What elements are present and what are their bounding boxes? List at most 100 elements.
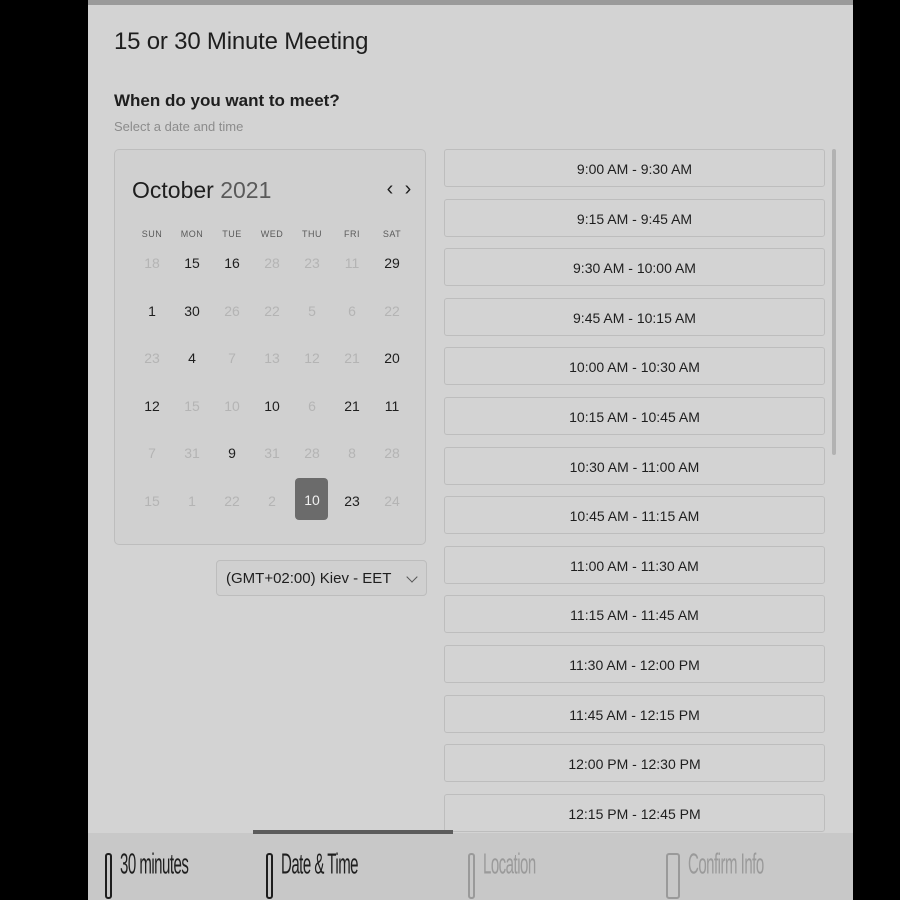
calendar-day[interactable]: 15 — [172, 244, 212, 292]
calendar-day-number: 18 — [144, 255, 160, 271]
calendar-day-number: 11 — [344, 255, 360, 271]
timezone-select[interactable]: (GMT+02:00) Kiev - EET — [216, 560, 427, 596]
calendar-day-number: 7 — [148, 445, 156, 461]
calendar-day[interactable]: 21 — [332, 387, 372, 435]
calendar-day[interactable]: 20 — [372, 339, 412, 387]
calendar-day-number: 22 — [264, 302, 280, 319]
calendar-day-number: 20 — [384, 350, 400, 366]
time-slot-button[interactable]: 9:00 AM - 9:30 AM — [444, 149, 825, 187]
current-step-indicator — [253, 830, 453, 834]
calendar-day-number: 15 — [184, 255, 200, 271]
calendar-day-number: 21 — [344, 350, 360, 366]
time-slot-button[interactable]: 11:00 AM - 11:30 AM — [444, 545, 825, 584]
step-location[interactable]: Location — [468, 847, 536, 900]
calendar-week-row: 1 30 26 22 5 6 22 — [132, 292, 412, 340]
user-icon — [666, 853, 680, 899]
calendar-day: 5 — [292, 292, 332, 340]
time-slot-button[interactable]: 10:30 AM - 11:00 AM — [444, 446, 825, 485]
calendar-day-selected[interactable]: 10 — [292, 477, 332, 530]
calendar-day: 15 — [172, 387, 212, 435]
time-slot-button[interactable]: 10:45 AM - 11:15 AM — [444, 496, 825, 535]
calendar-day: 18 — [132, 244, 172, 292]
time-slot-button[interactable]: 11:45 AM - 12:15 PM — [444, 694, 825, 733]
calendar-day-number: 16 — [224, 255, 240, 271]
calendar-day-number: 9 — [228, 445, 236, 461]
calendar-day-number: 28 — [304, 445, 320, 461]
time-slot-button[interactable]: 11:30 AM - 12:00 PM — [444, 645, 825, 683]
calendar-day[interactable]: 1 — [132, 292, 172, 340]
calendar-day: 7 — [212, 339, 252, 387]
location-icon — [468, 853, 475, 899]
calendar-day: 21 — [332, 339, 372, 387]
slot-list-scrollbar[interactable] — [832, 149, 836, 455]
calendar-day: 28 — [372, 434, 412, 482]
calendar-day[interactable]: 10 — [252, 387, 292, 435]
calendar-day: 28 — [252, 244, 292, 292]
calendar-day: 12 — [292, 339, 332, 387]
weekday-label: SAT — [382, 229, 402, 239]
calendar-day-number: 1 — [148, 302, 156, 319]
calendar-day: 15 — [132, 482, 172, 530]
weekday-label: TUE — [222, 229, 242, 239]
calendar-day-number: 31 — [184, 445, 200, 461]
time-slot-button[interactable]: 9:15 AM - 9:45 AM — [444, 198, 825, 237]
calendar-grid: SUN MON TUE WED THU FRI SAT 18 15 16 28 23 11 29 1 30 2… — [132, 224, 412, 529]
calendar-day[interactable]: 16 — [212, 244, 252, 292]
calendar-day-number: 4 — [188, 350, 196, 366]
timezone-value: (GMT+02:00) Kiev - EET — [226, 570, 392, 587]
calendar-day-number: 22 — [384, 302, 400, 319]
calendar-day[interactable]: 11 — [372, 387, 412, 435]
time-slot-button[interactable]: 12:15 PM - 12:45 PM — [444, 793, 825, 832]
step-label: Date & Time — [281, 849, 359, 882]
calendar-day-number: 10 — [304, 491, 320, 508]
calendar-day[interactable]: 29 — [372, 244, 412, 292]
calendar-icon — [266, 853, 273, 899]
calendar-day-number: 1 — [188, 492, 196, 509]
calendar-day-number: 22 — [224, 492, 240, 509]
calendar-week-row: 18 15 16 28 23 11 29 — [132, 244, 412, 292]
calendar-day: 31 — [172, 434, 212, 482]
time-slot-button[interactable]: 9:30 AM - 10:00 AM — [444, 248, 825, 287]
calendar-day-number: 11 — [384, 397, 400, 414]
calendar-week-row: 23 4 7 13 12 21 20 — [132, 339, 412, 387]
calendar-day-number: 10 — [264, 397, 280, 414]
time-slot-button[interactable]: 10:00 AM - 10:30 AM — [444, 347, 825, 386]
calendar-day[interactable]: 12 — [132, 387, 172, 435]
calendar: October 2021 ‹ › SUN MON TUE WED THU FRI SAT 1… — [114, 149, 426, 545]
section-heading: When do you want to meet? — [114, 91, 340, 110]
calendar-day: 22 — [212, 482, 252, 530]
calendar-day[interactable]: 9 — [212, 434, 252, 482]
calendar-day: 8 — [332, 434, 372, 482]
time-slot-button[interactable]: 12:00 PM - 12:30 PM — [444, 744, 825, 783]
calendar-day-number: 10 — [224, 397, 240, 414]
scheduler-panel: 15 or 30 Minute Meeting When do you want… — [88, 0, 853, 900]
step-date-time[interactable]: Date & Time — [266, 847, 359, 900]
weekday-label: SUN — [141, 229, 163, 239]
step-label: Confirm Info — [688, 849, 764, 882]
chevron-left-icon[interactable]: ‹ — [381, 178, 399, 201]
calendar-day-number: 8 — [348, 445, 356, 461]
time-slot-button[interactable]: 11:15 AM - 11:45 AM — [444, 595, 825, 634]
step-duration[interactable]: 30 minutes — [105, 847, 189, 900]
calendar-day[interactable]: 30 — [172, 292, 212, 340]
calendar-day-number: 2 — [268, 492, 276, 509]
calendar-day-number: 7 — [228, 350, 236, 366]
calendar-day[interactable]: 4 — [172, 339, 212, 387]
calendar-day: 6 — [292, 387, 332, 435]
weekday-label: WED — [260, 229, 284, 239]
time-slot-list: 9:00 AM - 9:30 AM 9:15 AM - 9:45 AM 9:30 A… — [444, 148, 827, 833]
calendar-day[interactable]: 23 — [332, 482, 372, 530]
time-slot-button[interactable]: 10:15 AM - 10:45 AM — [444, 397, 825, 435]
calendar-day: 23 — [292, 244, 332, 292]
weekday-label: THU — [302, 229, 322, 239]
step-label: 30 minutes — [120, 849, 189, 882]
calendar-day-number: 23 — [304, 255, 320, 271]
calendar-day: 11 — [332, 244, 372, 292]
chevron-right-icon[interactable]: › — [399, 178, 417, 201]
calendar-day-number: 31 — [264, 445, 280, 461]
calendar-week-row: 12 15 10 10 6 21 11 — [132, 387, 412, 435]
calendar-year: 2021 — [220, 177, 272, 203]
time-slot-button[interactable]: 9:45 AM - 10:15 AM — [444, 297, 825, 336]
step-confirm-info[interactable]: Confirm Info — [666, 847, 764, 900]
calendar-week-row: 7 31 9 31 28 8 28 — [132, 434, 412, 482]
